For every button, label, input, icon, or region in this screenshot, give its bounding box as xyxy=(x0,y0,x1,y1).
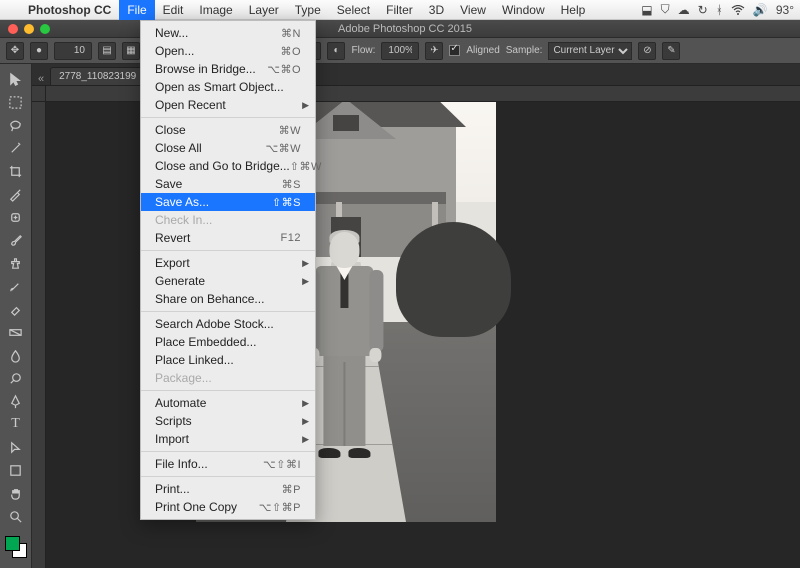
sample-label: Sample: xyxy=(506,45,543,56)
menu-item-import[interactable]: Import▶ xyxy=(141,430,315,448)
history-brush-tool[interactable] xyxy=(3,275,29,297)
path-selection-tool[interactable] xyxy=(3,436,29,458)
document-tab[interactable]: 2778_110823199 xyxy=(50,67,145,85)
menu-image[interactable]: Image xyxy=(191,0,240,20)
brush-preview-icon[interactable]: ● xyxy=(30,42,48,60)
menu-item-check-in: Check In... xyxy=(141,211,315,229)
pressure-size-icon[interactable]: ✎ xyxy=(662,42,680,60)
macos-menubar: Photoshop CC FileEditImageLayerTypeSelec… xyxy=(0,0,800,20)
menu-item-close[interactable]: Close⌘W xyxy=(141,121,315,139)
brush-size-input[interactable] xyxy=(59,44,87,57)
menu-type[interactable]: Type xyxy=(287,0,329,20)
brush-panel-icon[interactable]: ▤ xyxy=(98,42,116,60)
eyedropper-tool[interactable] xyxy=(3,183,29,205)
hand-tool[interactable] xyxy=(3,482,29,504)
gradient-tool[interactable] xyxy=(3,321,29,343)
menu-item-close-and-go-to-bridge[interactable]: Close and Go to Bridge...⇧⌘W xyxy=(141,157,315,175)
menu-item-export[interactable]: Export▶ xyxy=(141,254,315,272)
menu-edit[interactable]: Edit xyxy=(155,0,192,20)
volume-icon[interactable]: 🔊 xyxy=(753,3,768,17)
aligned-checkbox[interactable] xyxy=(449,45,460,56)
airbrush-icon[interactable]: ✈ xyxy=(425,42,443,60)
magic-wand-tool[interactable] xyxy=(3,137,29,159)
menu-item-open[interactable]: Open...⌘O xyxy=(141,42,315,60)
ignore-adjustment-icon[interactable]: ⊘ xyxy=(638,42,656,60)
type-tool[interactable]: T xyxy=(3,413,29,435)
brush-tool[interactable] xyxy=(3,229,29,251)
battery-status[interactable]: 93° xyxy=(776,3,794,17)
move-tool[interactable] xyxy=(3,68,29,90)
zoom-tool[interactable] xyxy=(3,505,29,527)
menu-item-close-all[interactable]: Close All⌥⌘W xyxy=(141,139,315,157)
eraser-tool[interactable] xyxy=(3,298,29,320)
menu-item-revert[interactable]: RevertF12 xyxy=(141,229,315,247)
menu-item-package: Package... xyxy=(141,369,315,387)
menu-3d[interactable]: 3D xyxy=(421,0,452,20)
menu-item-automate[interactable]: Automate▶ xyxy=(141,394,315,412)
app-name-menu[interactable]: Photoshop CC xyxy=(20,0,119,20)
vertical-ruler[interactable] xyxy=(32,102,46,568)
window-title: Adobe Photoshop CC 2015 xyxy=(10,23,800,35)
menu-view[interactable]: View xyxy=(452,0,494,20)
pen-tool[interactable] xyxy=(3,390,29,412)
menu-item-save-as[interactable]: Save As...⇧⌘S xyxy=(141,193,315,211)
menu-item-search-adobe-stock[interactable]: Search Adobe Stock... xyxy=(141,315,315,333)
dodge-tool[interactable] xyxy=(3,367,29,389)
sample-select[interactable]: Current Layer xyxy=(548,42,632,60)
menu-file[interactable]: File xyxy=(119,0,154,20)
clone-stamp-tool[interactable] xyxy=(3,252,29,274)
tab-nav-prev[interactable]: « xyxy=(32,73,50,85)
blur-tool[interactable] xyxy=(3,344,29,366)
shape-tool[interactable] xyxy=(3,459,29,481)
wifi-icon[interactable] xyxy=(731,5,745,15)
lasso-tool[interactable] xyxy=(3,114,29,136)
cloud-icon[interactable]: ☁ xyxy=(678,3,690,17)
sync-icon[interactable]: ↻ xyxy=(698,3,708,17)
window-titlebar: Adobe Photoshop CC 2015 xyxy=(0,20,800,38)
options-bar: ✥ ● ▤ ▦ Mode: Normal Opacity: ◐ Flow: ✈ … xyxy=(0,38,800,64)
aligned-label: Aligned xyxy=(466,45,499,56)
menu-select[interactable]: Select xyxy=(329,0,378,20)
pressure-opacity-icon[interactable]: ◐ xyxy=(327,42,345,60)
menu-item-open-recent[interactable]: Open Recent▶ xyxy=(141,96,315,114)
menu-item-browse-in-bridge[interactable]: Browse in Bridge...⌥⌘O xyxy=(141,60,315,78)
menu-item-scripts[interactable]: Scripts▶ xyxy=(141,412,315,430)
bluetooth-icon[interactable]: ᚼ xyxy=(716,3,723,17)
color-swatches[interactable] xyxy=(5,536,27,558)
crop-tool[interactable] xyxy=(3,160,29,182)
menu-item-save[interactable]: Save⌘S xyxy=(141,175,315,193)
menu-item-place-embedded[interactable]: Place Embedded... xyxy=(141,333,315,351)
menu-item-print-one-copy[interactable]: Print One Copy⌥⇧⌘P xyxy=(141,498,315,516)
flow-label: Flow: xyxy=(351,45,375,56)
menu-item-share-on-behance[interactable]: Share on Behance... xyxy=(141,290,315,308)
menu-item-new[interactable]: New...⌘N xyxy=(141,24,315,42)
menu-item-generate[interactable]: Generate▶ xyxy=(141,272,315,290)
menu-item-file-info[interactable]: File Info...⌥⇧⌘I xyxy=(141,455,315,473)
menu-layer[interactable]: Layer xyxy=(241,0,287,20)
tools-panel: T xyxy=(0,64,32,568)
menu-help[interactable]: Help xyxy=(553,0,594,20)
flow-field[interactable] xyxy=(381,42,419,60)
menu-window[interactable]: Window xyxy=(494,0,553,20)
ruler-origin[interactable] xyxy=(32,86,46,102)
file-menu-dropdown: New...⌘NOpen...⌘OBrowse in Bridge...⌥⌘OO… xyxy=(140,20,316,520)
brush-size-field[interactable] xyxy=(54,42,92,60)
menu-filter[interactable]: Filter xyxy=(378,0,421,20)
menu-item-place-linked[interactable]: Place Linked... xyxy=(141,351,315,369)
tool-preset-icon[interactable]: ✥ xyxy=(6,42,24,60)
shield-icon[interactable]: ⛉ xyxy=(661,2,670,17)
healing-brush-tool[interactable] xyxy=(3,206,29,228)
dropbox-icon[interactable]: ⬓ xyxy=(641,3,652,17)
brush-settings-icon[interactable]: ▦ xyxy=(122,42,140,60)
marquee-tool[interactable] xyxy=(3,91,29,113)
menu-item-open-as-smart-object[interactable]: Open as Smart Object... xyxy=(141,78,315,96)
menu-item-print[interactable]: Print...⌘P xyxy=(141,480,315,498)
menu-extras: ⬓ ⛉ ☁ ↻ ᚼ 🔊 93° xyxy=(641,2,800,17)
